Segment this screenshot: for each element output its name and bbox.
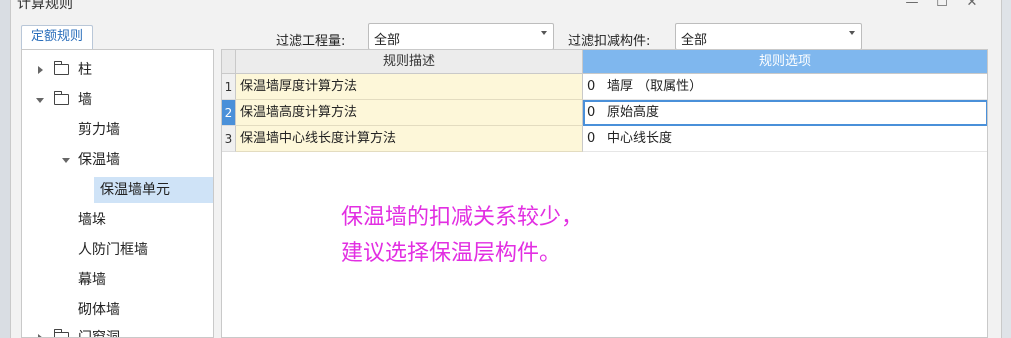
- tree-item-insulation-wall[interactable]: 保温墙: [22, 147, 213, 173]
- rule-option-code: 0: [587, 105, 596, 120]
- close-icon[interactable]: ✕: [963, 0, 981, 10]
- collapse-icon[interactable]: [36, 98, 44, 103]
- tree-item-label: 幕墙: [78, 272, 106, 288]
- rule-description-cell: 保温墙厚度计算方法: [236, 74, 583, 100]
- tree-item-label: 柱: [78, 62, 92, 78]
- annotation-note: 保温墙的扣减关系较少， 建议选择保温层构件。: [341, 200, 583, 272]
- filter-deduction-value: 全部: [681, 33, 708, 48]
- tree-item-wall-pier[interactable]: 墙垛: [22, 207, 213, 233]
- rule-option-cell[interactable]: 0 中心线长度: [583, 126, 987, 152]
- background-left: [0, 0, 10, 338]
- filter-quantity-select[interactable]: 全部: [368, 23, 554, 50]
- folder-icon: [53, 61, 69, 75]
- chevron-down-icon: [541, 31, 547, 35]
- rule-option-cell[interactable]: 0 墙厚 （取属性）: [583, 74, 987, 100]
- filter-deduction-label: 过滤扣减构件:: [568, 34, 651, 49]
- tree-item-civil-defense-door-wall[interactable]: 人防门框墙: [22, 237, 213, 263]
- calc-rules-dialog: 计算规则 — ☐ ✕ 定额规则 过滤工程量: 全部 过滤扣减构件: 全部 柱 墙…: [10, 0, 1002, 338]
- table-row[interactable]: 1 保温墙厚度计算方法 0 墙厚 （取属性）: [222, 74, 987, 100]
- table-row[interactable]: 3 保温墙中心线长度计算方法 0 中心线长度: [222, 126, 987, 152]
- tree-item-label: 墙垛: [78, 212, 106, 228]
- tree-item-curtain-wall[interactable]: 幕墙: [22, 267, 213, 293]
- column-header-option[interactable]: 规则选项: [583, 50, 987, 74]
- tree-item-label: 门窗洞: [78, 330, 120, 338]
- rule-option-code: 0: [587, 131, 596, 146]
- tree-item-label: 保温墙: [78, 152, 120, 168]
- tree-item-label: 墙: [78, 92, 92, 108]
- tree-item-door-window-opening[interactable]: 门窗洞: [22, 325, 213, 338]
- annotation-line-2: 建议选择保温层构件。: [341, 241, 562, 266]
- tree-item-label: 人防门框墙: [78, 242, 148, 258]
- row-number[interactable]: 3: [222, 126, 236, 152]
- tree-item-insulation-wall-unit[interactable]: 保温墙单元: [94, 177, 213, 203]
- component-tree: 柱 墙 剪力墙 保温墙 保温墙单元 墙垛 人防门框墙 幕墙 砌体墙 门窗洞: [21, 49, 214, 338]
- tree-item-wall[interactable]: 墙: [22, 87, 213, 113]
- rule-option-code: 0: [587, 79, 596, 94]
- grid-header: 规则描述 规则选项: [222, 50, 987, 74]
- row-number[interactable]: 2: [222, 100, 236, 126]
- tree-item-label: 保温墙单元: [100, 182, 170, 198]
- rule-option-text: 墙厚 （取属性）: [607, 79, 703, 94]
- expand-icon[interactable]: [38, 334, 43, 337]
- tree-item-shear-wall[interactable]: 剪力墙: [22, 117, 213, 143]
- annotation-line-1: 保温墙的扣减关系较少，: [341, 205, 584, 230]
- tree-item-label: 砌体墙: [78, 302, 120, 318]
- minimize-icon[interactable]: —: [903, 0, 921, 10]
- row-number[interactable]: 1: [222, 74, 236, 100]
- title-bar: 计算规则 — ☐ ✕: [11, 0, 1001, 14]
- rule-description-cell: 保温墙中心线长度计算方法: [236, 126, 583, 152]
- chevron-down-icon: [849, 31, 855, 35]
- rule-option-cell[interactable]: 0 原始高度: [583, 100, 987, 126]
- folder-icon: [53, 329, 69, 337]
- rule-description-cell: 保温墙高度计算方法: [236, 100, 583, 126]
- rules-grid: 规则描述 规则选项 1 保温墙厚度计算方法 0 墙厚 （取属性） 2 保温墙高度…: [221, 49, 988, 338]
- folder-icon: [53, 91, 69, 105]
- filter-quantity-label: 过滤工程量:: [276, 34, 346, 49]
- tree-item-label: 剪力墙: [78, 122, 120, 138]
- table-row[interactable]: 2 保温墙高度计算方法 0 原始高度: [222, 100, 987, 126]
- expand-icon[interactable]: [38, 66, 43, 74]
- grid-corner-cell: [222, 50, 236, 74]
- filter-quantity-value: 全部: [374, 33, 401, 48]
- collapse-icon[interactable]: [62, 158, 70, 163]
- maximize-icon[interactable]: ☐: [933, 0, 951, 10]
- rule-option-text: 中心线长度: [607, 131, 673, 146]
- tree-item-masonry-wall[interactable]: 砌体墙: [22, 297, 213, 323]
- tree-item-column[interactable]: 柱: [22, 57, 213, 83]
- window-title: 计算规则: [17, 0, 73, 12]
- filter-deduction-select[interactable]: 全部: [675, 23, 862, 50]
- background-right: [1001, 0, 1011, 338]
- tab-quota-rules[interactable]: 定额规则: [21, 25, 93, 49]
- column-header-description[interactable]: 规则描述: [236, 50, 583, 74]
- rule-option-text: 原始高度: [607, 105, 660, 120]
